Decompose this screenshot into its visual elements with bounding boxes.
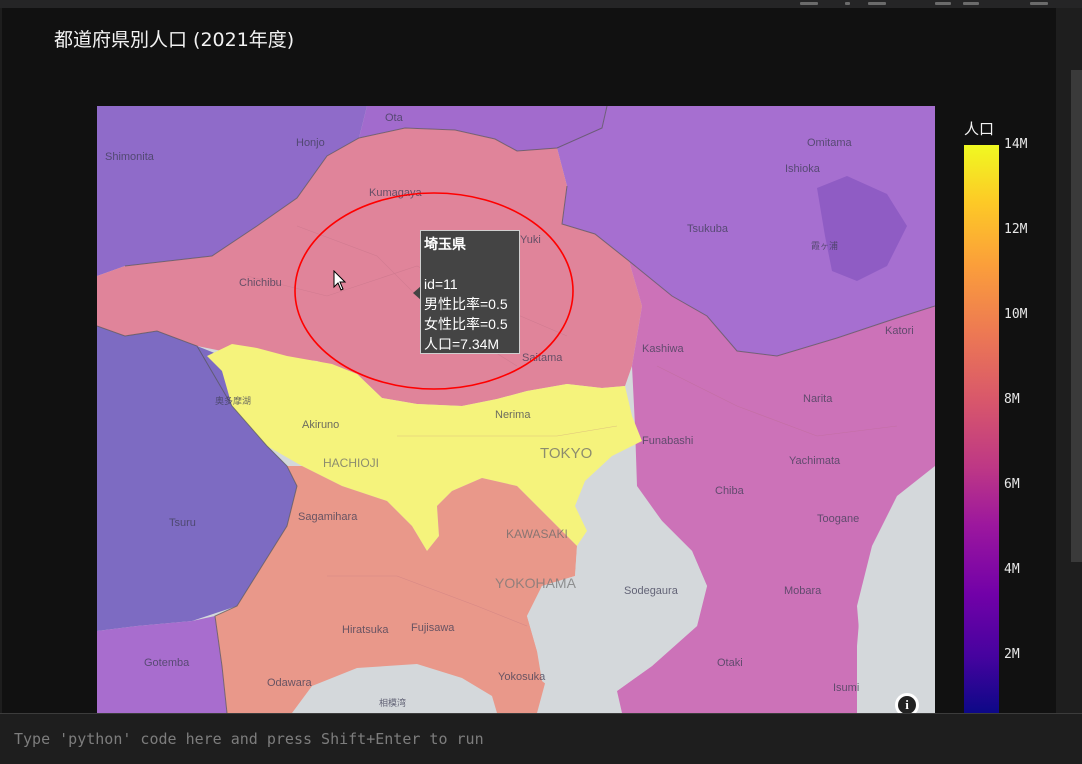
toolbar-icon[interactable] <box>935 2 951 5</box>
info-icon: i <box>898 696 916 713</box>
tooltip-population: 人口=7.34M <box>424 336 500 352</box>
toolbar-icon[interactable] <box>963 2 979 5</box>
colorbar-tick: 6M <box>1004 477 1020 492</box>
window-top-strip <box>0 0 1082 8</box>
map-label: Ota <box>385 112 404 124</box>
map-label: Chichibu <box>239 277 282 289</box>
map-label: 霞ヶ浦 <box>811 240 838 251</box>
colorbar-tick: 4M <box>1004 562 1020 577</box>
choropleth-map[interactable]: Ota Honjo Shimonita Kumagaya Chichibu Ts… <box>97 106 935 713</box>
toolbar-icon[interactable] <box>868 2 886 5</box>
colorbar-tick: 14M <box>1004 137 1028 152</box>
map-label: Isumi <box>833 682 859 694</box>
map-label: Sodegaura <box>624 585 679 597</box>
map-label: KAWASAKI <box>506 527 568 541</box>
map-label: Otaki <box>717 657 743 669</box>
tooltip-spacer <box>424 254 516 274</box>
colorbar-tick: 12M <box>1004 222 1028 237</box>
map-label: Tsukuba <box>687 223 729 235</box>
map-label: 奥多摩湖 <box>215 395 251 406</box>
code-input-bar <box>0 713 1082 764</box>
map-label: Akiruno <box>302 419 339 431</box>
map-label: Mobara <box>784 585 822 597</box>
colorbar-title: 人口 <box>964 120 995 138</box>
map-label: TOKYO <box>540 445 592 462</box>
map-label: Toogane <box>817 513 859 525</box>
toolbar-icon[interactable] <box>800 2 818 5</box>
map-label: Yuki <box>520 234 541 246</box>
toolbar-icon[interactable] <box>1030 2 1048 5</box>
colorbar <box>964 145 999 713</box>
map-label: Kashiwa <box>642 343 684 355</box>
map-label: Narita <box>803 393 833 405</box>
mouse-cursor-icon <box>333 270 347 291</box>
colorbar-tick: 8M <box>1004 392 1020 407</box>
map-label: Nerima <box>495 409 531 421</box>
map-label: Odawara <box>267 677 313 689</box>
map-label: Ishioka <box>785 163 821 175</box>
map-label: Gotemba <box>144 657 190 669</box>
hover-tooltip: 埼玉県 id=11 男性比率=0.5 女性比率=0.5 人口=7.34M <box>420 230 520 354</box>
tooltip-region-name: 埼玉県 <box>424 236 466 252</box>
output-panel: 都道府県別人口 (2021年度) Ota Honjo Shimonita Kum… <box>2 8 1056 713</box>
map-label: Tsuru <box>169 517 196 529</box>
map-label: Fujisawa <box>411 622 455 634</box>
map-label: Katori <box>885 325 914 337</box>
map-label: Shimonita <box>105 151 155 163</box>
map-attribution-button[interactable]: i <box>895 693 919 713</box>
map-label: Yachimata <box>789 455 841 467</box>
map-label: Honjo <box>296 137 325 149</box>
map-label: Omitama <box>807 137 853 149</box>
tooltip-male-ratio: 男性比率=0.5 <box>424 296 508 312</box>
map-canvas[interactable]: Ota Honjo Shimonita Kumagaya Chichibu Ts… <box>97 106 935 713</box>
chart-title: 都道府県別人口 (2021年度) <box>54 29 295 51</box>
vertical-scrollbar[interactable] <box>1071 70 1082 562</box>
map-label: HACHIOJI <box>323 456 379 470</box>
colorbar-tick: 10M <box>1004 307 1028 322</box>
colorbar-tick: 2M <box>1004 647 1020 662</box>
map-label: Sagamihara <box>298 511 358 523</box>
map-label: Yokosuka <box>498 671 546 683</box>
map-label: YOKOHAMA <box>495 575 577 591</box>
map-label: Hiratsuka <box>342 624 389 636</box>
map-label: Funabashi <box>642 435 693 447</box>
tooltip-id: id=11 <box>424 276 458 292</box>
map-label: 相模湾 <box>379 697 406 708</box>
map-label: Chiba <box>715 485 745 497</box>
toolbar-icon[interactable] <box>845 2 850 5</box>
python-code-input[interactable] <box>0 714 1082 764</box>
tooltip-female-ratio: 女性比率=0.5 <box>424 316 508 332</box>
